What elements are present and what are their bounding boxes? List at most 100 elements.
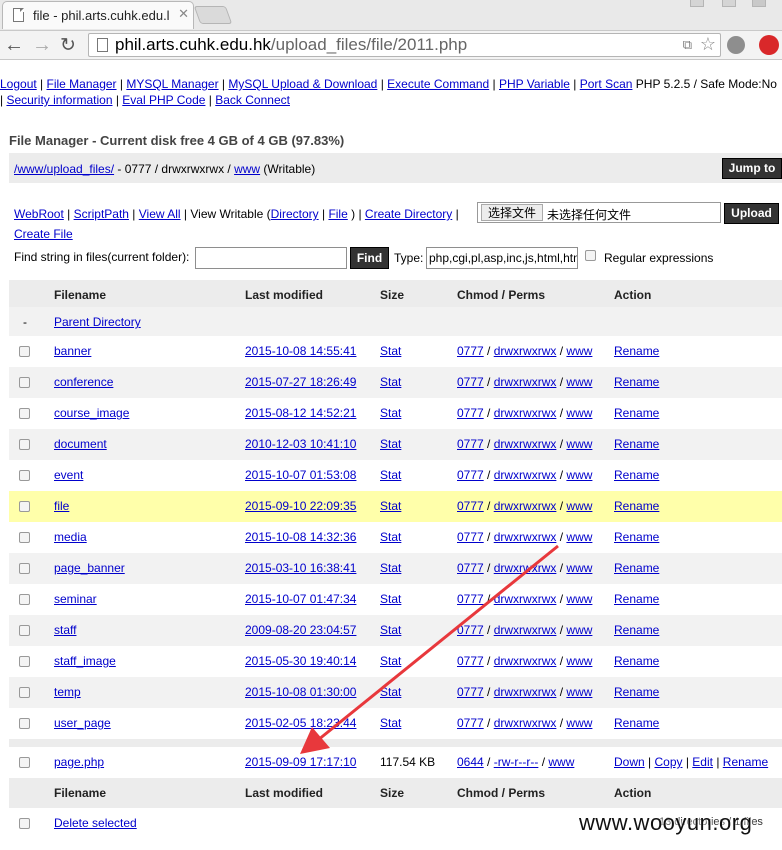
stat-link[interactable]: Stat: [380, 530, 401, 544]
owner-link[interactable]: www: [566, 344, 592, 358]
perms-link[interactable]: drwxrwxrwx: [494, 716, 557, 730]
owner-link[interactable]: www: [566, 561, 592, 575]
select-checkbox[interactable]: [19, 718, 30, 729]
dir-modified-link[interactable]: 2015-10-08 14:55:41: [245, 344, 356, 358]
dir-name-link[interactable]: event: [54, 468, 83, 482]
dir-name-link[interactable]: temp: [54, 685, 81, 699]
rename-link[interactable]: Rename: [614, 592, 659, 606]
minimize-button[interactable]: [690, 0, 704, 7]
view-file-link[interactable]: File: [328, 207, 347, 221]
rename-link[interactable]: Rename: [614, 437, 659, 451]
dir-name-link[interactable]: page_banner: [54, 561, 125, 575]
edit-link[interactable]: Edit: [692, 755, 713, 769]
select-checkbox[interactable]: [19, 532, 30, 543]
dir-name-link[interactable]: seminar: [54, 592, 97, 606]
rename-link[interactable]: Rename: [614, 468, 659, 482]
dir-name-link[interactable]: user_page: [54, 716, 111, 730]
perms-link[interactable]: drwxrwxrwx: [494, 561, 557, 575]
translate-icon[interactable]: ⧉: [683, 37, 692, 53]
dir-modified-link[interactable]: 2015-05-30 19:40:14: [245, 654, 356, 668]
menu-back-connect[interactable]: Back Connect: [215, 93, 290, 107]
owner-link[interactable]: www: [566, 685, 592, 699]
close-window-button[interactable]: [752, 0, 766, 7]
stat-link[interactable]: Stat: [380, 344, 401, 358]
dir-modified-link[interactable]: 2015-10-08 14:32:36: [245, 530, 356, 544]
delete-selected-link[interactable]: Delete selected: [54, 816, 137, 830]
dir-modified-link[interactable]: 2010-12-03 10:41:10: [245, 437, 356, 451]
dir-name-link[interactable]: media: [54, 530, 87, 544]
rename-link[interactable]: Rename: [614, 530, 659, 544]
select-checkbox[interactable]: [19, 687, 30, 698]
file-name-link[interactable]: page.php: [54, 755, 104, 769]
file-modified-link[interactable]: 2015-09-09 17:17:10: [245, 755, 356, 769]
view-all-link[interactable]: View All: [139, 207, 181, 221]
menu-mysql-manager[interactable]: MYSQL Manager: [126, 77, 218, 91]
perms-link[interactable]: drwxrwxrwx: [494, 685, 557, 699]
upload-file-input[interactable]: 选择文件 未选择任何文件: [477, 202, 721, 223]
reload-icon[interactable]: ↻: [60, 34, 76, 57]
parent-directory-link[interactable]: Parent Directory: [54, 315, 141, 329]
dir-name-link[interactable]: staff_image: [54, 654, 116, 668]
dir-modified-link[interactable]: 2015-07-27 18:26:49: [245, 375, 356, 389]
perms-link[interactable]: drwxrwxrwx: [494, 344, 557, 358]
dir-name-link[interactable]: course_image: [54, 406, 129, 420]
perms-link[interactable]: drwxrwxrwx: [494, 623, 557, 637]
create-directory-link[interactable]: Create Directory: [365, 207, 452, 221]
stat-link[interactable]: Stat: [380, 623, 401, 637]
chmod-link[interactable]: 0777: [457, 685, 484, 699]
select-checkbox[interactable]: [19, 656, 30, 667]
perms-link[interactable]: drwxrwxrwx: [494, 592, 557, 606]
tab-close-icon[interactable]: ✕: [178, 6, 189, 22]
bookmark-star-icon[interactable]: ☆: [700, 34, 716, 55]
chmod-link[interactable]: 0777: [457, 437, 484, 451]
dir-modified-link[interactable]: 2015-02-05 18:23:44: [245, 716, 356, 730]
extension-red-icon[interactable]: [759, 35, 779, 55]
owner-link[interactable]: www: [566, 499, 592, 513]
dir-modified-link[interactable]: 2015-10-07 01:47:34: [245, 592, 356, 606]
choose-file-button[interactable]: 选择文件: [481, 204, 544, 221]
chmod-link[interactable]: 0777: [457, 716, 484, 730]
maximize-button[interactable]: [722, 0, 736, 7]
select-checkbox[interactable]: [19, 594, 30, 605]
stat-link[interactable]: Stat: [380, 654, 401, 668]
stat-link[interactable]: Stat: [380, 375, 401, 389]
select-checkbox[interactable]: [19, 408, 30, 419]
forward-icon[interactable]: →: [32, 34, 52, 57]
browser-tab[interactable]: file - phil.arts.cuhk.edu.l ✕: [2, 1, 194, 29]
select-checkbox[interactable]: [19, 501, 30, 512]
select-checkbox[interactable]: [19, 470, 30, 481]
perms-link[interactable]: drwxrwxrwx: [494, 437, 557, 451]
dir-modified-link[interactable]: 2015-10-08 01:30:00: [245, 685, 356, 699]
download-link[interactable]: Down: [614, 755, 645, 769]
new-tab-button[interactable]: [193, 6, 233, 24]
perms-link[interactable]: drwxrwxrwx: [494, 468, 557, 482]
dir-name-link[interactable]: conference: [54, 375, 113, 389]
perms-link[interactable]: drwxrwxrwx: [494, 375, 557, 389]
current-path-link[interactable]: /www/upload_files/: [14, 162, 114, 176]
owner-link[interactable]: www: [566, 592, 592, 606]
chmod-link[interactable]: 0777: [457, 344, 484, 358]
chmod-link[interactable]: 0777: [457, 623, 484, 637]
menu-execute-command[interactable]: Execute Command: [387, 77, 489, 91]
select-checkbox[interactable]: [19, 346, 30, 357]
dir-modified-link[interactable]: 2009-08-20 23:04:57: [245, 623, 356, 637]
dir-modified-link[interactable]: 2015-08-12 14:52:21: [245, 406, 356, 420]
webroot-link[interactable]: WebRoot: [14, 207, 64, 221]
select-checkbox[interactable]: [19, 377, 30, 388]
stat-link[interactable]: Stat: [380, 716, 401, 730]
owner-link[interactable]: www: [566, 375, 592, 389]
menu-mysql-upload[interactable]: MySQL Upload & Download: [228, 77, 377, 91]
dir-name-link[interactable]: banner: [54, 344, 91, 358]
back-icon[interactable]: ←: [4, 34, 24, 57]
owner-link[interactable]: www: [566, 530, 592, 544]
create-file-link[interactable]: Create File: [14, 227, 73, 241]
chmod-link[interactable]: 0777: [457, 530, 484, 544]
regex-checkbox[interactable]: [585, 250, 596, 261]
file-owner-link[interactable]: www: [548, 755, 574, 769]
menu-port-scan[interactable]: Port Scan: [580, 77, 633, 91]
rename-link[interactable]: Rename: [723, 755, 768, 769]
owner-link[interactable]: www: [566, 654, 592, 668]
dir-name-link[interactable]: file: [54, 499, 69, 513]
jump-to-button[interactable]: Jump to: [722, 158, 782, 179]
view-directory-link[interactable]: Directory: [271, 207, 319, 221]
